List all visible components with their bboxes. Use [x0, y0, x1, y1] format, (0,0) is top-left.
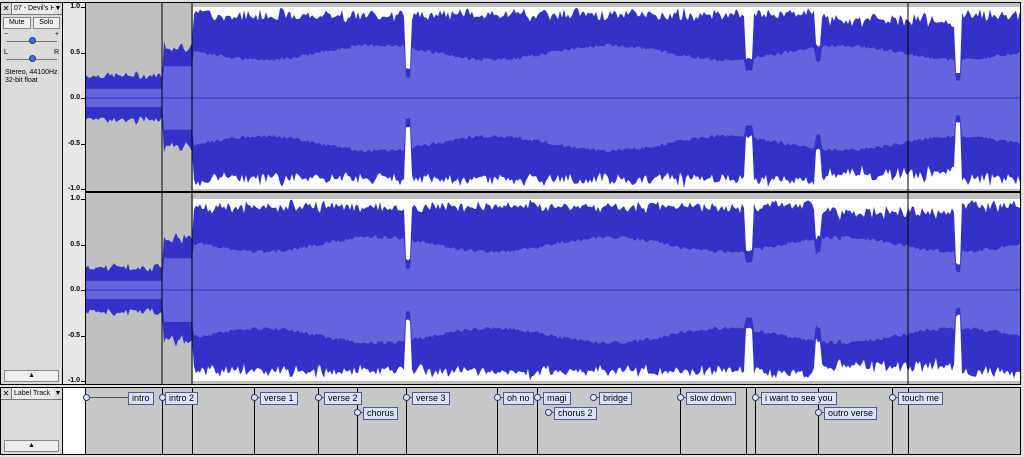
- label-track-control-panel[interactable]: ✕ Label Track ▼ ▲: [1, 388, 63, 454]
- ruler-label: 0.5: [70, 240, 80, 248]
- label-text[interactable]: chorus: [363, 407, 399, 420]
- ruler-label: -0.5: [67, 331, 80, 339]
- label-track-header: ✕ Label Track ▼: [1, 388, 62, 400]
- label-text[interactable]: outro verse: [824, 407, 878, 420]
- ruler-tick: [81, 290, 85, 291]
- label-text[interactable]: verse 2: [324, 392, 362, 405]
- label-text[interactable]: verse 1: [260, 392, 298, 405]
- ruler-tick: [81, 189, 85, 190]
- label-text[interactable]: bridge: [599, 392, 633, 405]
- format-depth: 32-bit float: [5, 77, 38, 84]
- audio-track-control-panel[interactable]: ✕ 07 - Devil's H ▼ Mute Solo − + L R Ste…: [1, 3, 63, 384]
- label-text[interactable]: oh no: [503, 392, 534, 405]
- ruler-tick: [81, 335, 85, 337]
- gain-minus-label: −: [4, 31, 9, 38]
- pan-right-label: R: [53, 49, 59, 56]
- ruler-tick: [81, 381, 85, 382]
- mute-solo-row: Mute Solo: [1, 15, 62, 29]
- ruler-tick: [81, 52, 85, 54]
- ruler-label: 1.0: [70, 195, 80, 202]
- chevron-down-icon[interactable]: ▼: [54, 388, 62, 399]
- waveform-area[interactable]: [86, 3, 1020, 384]
- ruler-label: -1.0: [67, 377, 80, 384]
- gain-plus-label: +: [54, 31, 59, 38]
- format-rate: Stereo, 44100Hz: [5, 69, 58, 76]
- chevron-down-icon[interactable]: ▼: [54, 3, 62, 14]
- collapse-button[interactable]: ▲: [4, 370, 59, 382]
- amplitude-ruler[interactable]: 1.0 0.5 0.0 -0.5 -1.0 1.0 0.5 0.0 -0.5 -1.0: [63, 3, 86, 384]
- ruler-label: -0.5: [67, 139, 80, 147]
- ruler-tick: [81, 98, 85, 99]
- label-text[interactable]: intro: [128, 392, 154, 405]
- ruler-label: 0.5: [70, 48, 80, 56]
- ruler-label: 0.0: [70, 94, 80, 101]
- label-text[interactable]: verse 3: [412, 392, 450, 405]
- chevron-up-icon: ▲: [28, 442, 35, 449]
- ruler-tick: [81, 143, 85, 145]
- pan-slider-thumb[interactable]: [29, 55, 36, 62]
- ruler-tick: [81, 244, 85, 246]
- track-name-menu[interactable]: 07 - Devil's H: [12, 3, 54, 14]
- label-text[interactable]: intro 2: [165, 392, 199, 405]
- track-format-info: Stereo, 44100Hz 32-bit float: [1, 65, 62, 85]
- label-text[interactable]: magi: [543, 392, 571, 405]
- chevron-up-icon: ▲: [28, 372, 35, 379]
- label-collapse-button[interactable]: ▲: [4, 440, 59, 452]
- gain-slider-thumb[interactable]: [29, 37, 36, 44]
- ruler-label: 0.0: [70, 286, 80, 293]
- label-text[interactable]: i want to see you: [761, 392, 837, 405]
- audio-track[interactable]: ✕ 07 - Devil's H ▼ Mute Solo − + L R Ste…: [0, 2, 1021, 385]
- ruler-label: -1.0: [67, 185, 80, 192]
- label-stem: [89, 397, 128, 398]
- ruler-label: 1.0: [70, 3, 80, 10]
- close-icon[interactable]: ✕: [1, 3, 12, 14]
- label-track[interactable]: ✕ Label Track ▼ ▲ intro intro 2 verse 1 ver…: [0, 387, 1021, 455]
- label-text[interactable]: touch me: [898, 392, 944, 405]
- mute-button[interactable]: Mute: [3, 17, 31, 29]
- audio-track-header: ✕ 07 - Devil's H ▼: [1, 3, 62, 15]
- ruler-tick: [81, 199, 85, 200]
- label-track-name-menu[interactable]: Label Track: [12, 388, 54, 399]
- label-area[interactable]: intro intro 2 verse 1 verse 2 chorus verse 3 o…: [83, 388, 1020, 454]
- label-text[interactable]: slow down: [686, 392, 737, 405]
- solo-button[interactable]: Solo: [32, 17, 60, 29]
- gain-slider[interactable]: − +: [4, 31, 59, 47]
- channel-separator: [86, 191, 1020, 193]
- label-boundary-line: [746, 388, 747, 454]
- ruler-tick: [81, 7, 85, 8]
- label-text[interactable]: chorus 2: [554, 407, 597, 420]
- pan-slider[interactable]: L R: [4, 49, 59, 65]
- close-icon[interactable]: ✕: [1, 388, 12, 399]
- waveform-canvas[interactable]: [86, 3, 1020, 384]
- pan-left-label: L: [4, 49, 8, 56]
